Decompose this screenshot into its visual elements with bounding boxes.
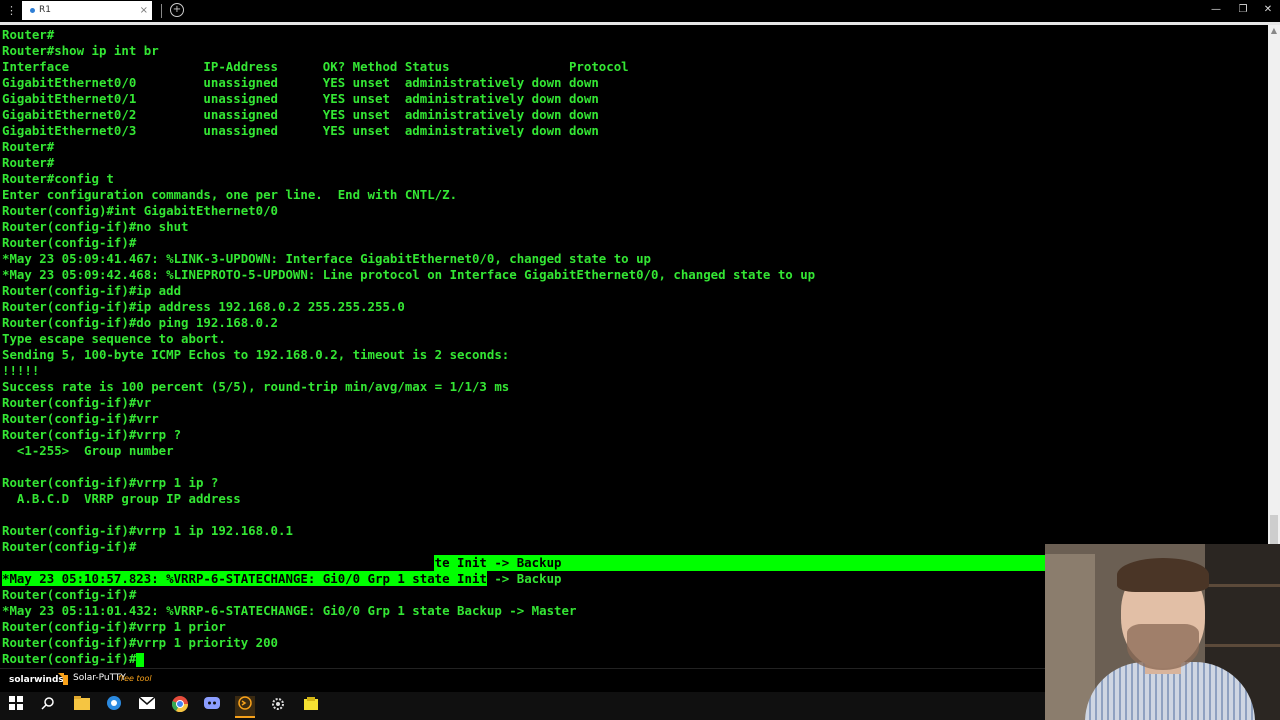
terminal-line: *May 23 05:11:01.432: %VRRP-6-STATECHANG…: [2, 603, 577, 618]
tab-close-icon[interactable]: ×: [140, 1, 148, 20]
terminal-line: *May 23 05:10:57.823: %VRRP-6-STATECHANG…: [2, 571, 815, 587]
terminal-line: Enter configuration commands, one per li…: [2, 187, 458, 202]
search-icon[interactable]: [38, 696, 58, 716]
tab-r1[interactable]: R1 ×: [22, 1, 152, 20]
tab-divider: [161, 4, 162, 18]
terminal-line: GigabitEthernet0/0 unassigned YES unset …: [2, 75, 599, 90]
minimize-button[interactable]: —: [1208, 3, 1224, 17]
close-button[interactable]: ✕: [1260, 3, 1276, 17]
terminal-line: *May 23 05:09:42.468: %LINEPROTO-5-UPDOW…: [2, 267, 816, 282]
title-bar: ⋮ R1 × + — ❐ ✕: [0, 0, 1280, 22]
terminal-line: GigabitEthernet0/2 unassigned YES unset …: [2, 107, 599, 122]
menu-icon[interactable]: ⋮: [6, 4, 17, 18]
discord-icon[interactable]: [202, 696, 222, 716]
terminal-line: Router(config)#int GigabitEthernet0/0: [2, 203, 279, 218]
app-icon[interactable]: [301, 696, 321, 716]
settings-icon[interactable]: [268, 696, 288, 716]
terminal-line: Router(config-if)#no shut: [2, 219, 189, 234]
terminal-line: Router(config-if)#vrrp 1 priority 200: [2, 635, 279, 650]
webcam-overlay: [1045, 544, 1280, 720]
terminal-line: GigabitEthernet0/3 unassigned YES unset …: [2, 123, 599, 138]
terminal-line: Sending 5, 100-byte ICMP Echos to 192.16…: [2, 347, 510, 362]
terminal-line: Router#config t: [2, 171, 114, 186]
webcam-presenter-beard: [1127, 624, 1199, 670]
terminal-line: Router(config-if)#vrr: [2, 411, 159, 426]
terminal-line: Interface IP-Address OK? Method Status P…: [2, 59, 629, 74]
chrome-icon[interactable]: [170, 696, 190, 716]
terminal-line: <1-255> Group number: [2, 443, 174, 458]
terminal-line: Router#: [2, 139, 55, 154]
terminal-line: Router(config-if)#vrrp 1 ip 192.168.0.1: [2, 523, 293, 538]
terminal-lines: Router# Router#show ip int br Interface IP…: [2, 27, 815, 667]
tab-label: R1: [39, 5, 51, 15]
terminal-line: *May 23 05:10:57.815: %VRRP-6-STATECHANG…: [2, 555, 562, 570]
solar-putty-icon: [63, 675, 68, 685]
selected-text: *May 23 05:10:57.823: %VRRP-6-STATECHANG…: [2, 571, 487, 586]
terminal-line: !!!!!: [2, 363, 40, 378]
webcam-background-door: [1045, 554, 1095, 720]
restore-button[interactable]: ❐: [1235, 3, 1251, 17]
terminal-line: Type escape sequence to abort.: [2, 331, 226, 346]
terminal-line: Router(config-if)#: [2, 235, 137, 250]
text-cursor: [136, 652, 145, 667]
free-tool-label: free tool: [118, 674, 152, 683]
mail-icon[interactable]: [137, 696, 157, 716]
file-explorer-icon[interactable]: [72, 696, 92, 716]
webcam-presenter-hair: [1117, 558, 1209, 592]
terminal-line: Router#: [2, 27, 55, 42]
terminal-line: A.B.C.D VRRP group IP address: [2, 491, 241, 506]
terminal-line: Router#: [2, 155, 55, 170]
terminal-line: Router(config-if)#vrrp 1 ip ?: [2, 475, 219, 490]
line-segment: -> Backup: [486, 571, 562, 586]
terminal-line: *May 23 05:09:41.467: %LINK-3-UPDOWN: In…: [2, 251, 652, 266]
terminal-line: Router(config-if)#ip add: [2, 283, 182, 298]
terminal-line: Router(config-if)#do ping 192.168.0.2: [2, 315, 279, 330]
terminal-line: Success rate is 100 percent (5/5), round…: [2, 379, 510, 394]
terminal-line: Router(config-if)#: [2, 539, 137, 554]
terminal-line: GigabitEthernet0/1 unassigned YES unset …: [2, 91, 599, 106]
new-tab-icon[interactable]: +: [170, 3, 184, 17]
webcam-shelf-board: [1205, 584, 1280, 587]
terminal-line: Router(config-if)#: [2, 651, 815, 667]
terminal-line: Router(config-if)#: [2, 587, 137, 602]
solar-putty-icon[interactable]: [235, 696, 255, 718]
terminal-line: Router#show ip int br: [2, 43, 159, 58]
webcam-shelf-board: [1205, 644, 1280, 647]
terminal-line: Router(config-if)#vrrp 1 prior: [2, 619, 226, 634]
connection-status-icon: [30, 8, 35, 13]
app-icon[interactable]: [104, 696, 124, 716]
scroll-up-arrow-icon[interactable]: ▲: [1268, 25, 1280, 37]
terminal-line: Router(config-if)#vr: [2, 395, 152, 410]
terminal-line: Router(config-if)#ip address 192.168.0.2…: [2, 299, 405, 314]
terminal-line: Router(config-if)#vrrp ?: [2, 427, 182, 442]
windows-start-icon[interactable]: [6, 696, 26, 716]
